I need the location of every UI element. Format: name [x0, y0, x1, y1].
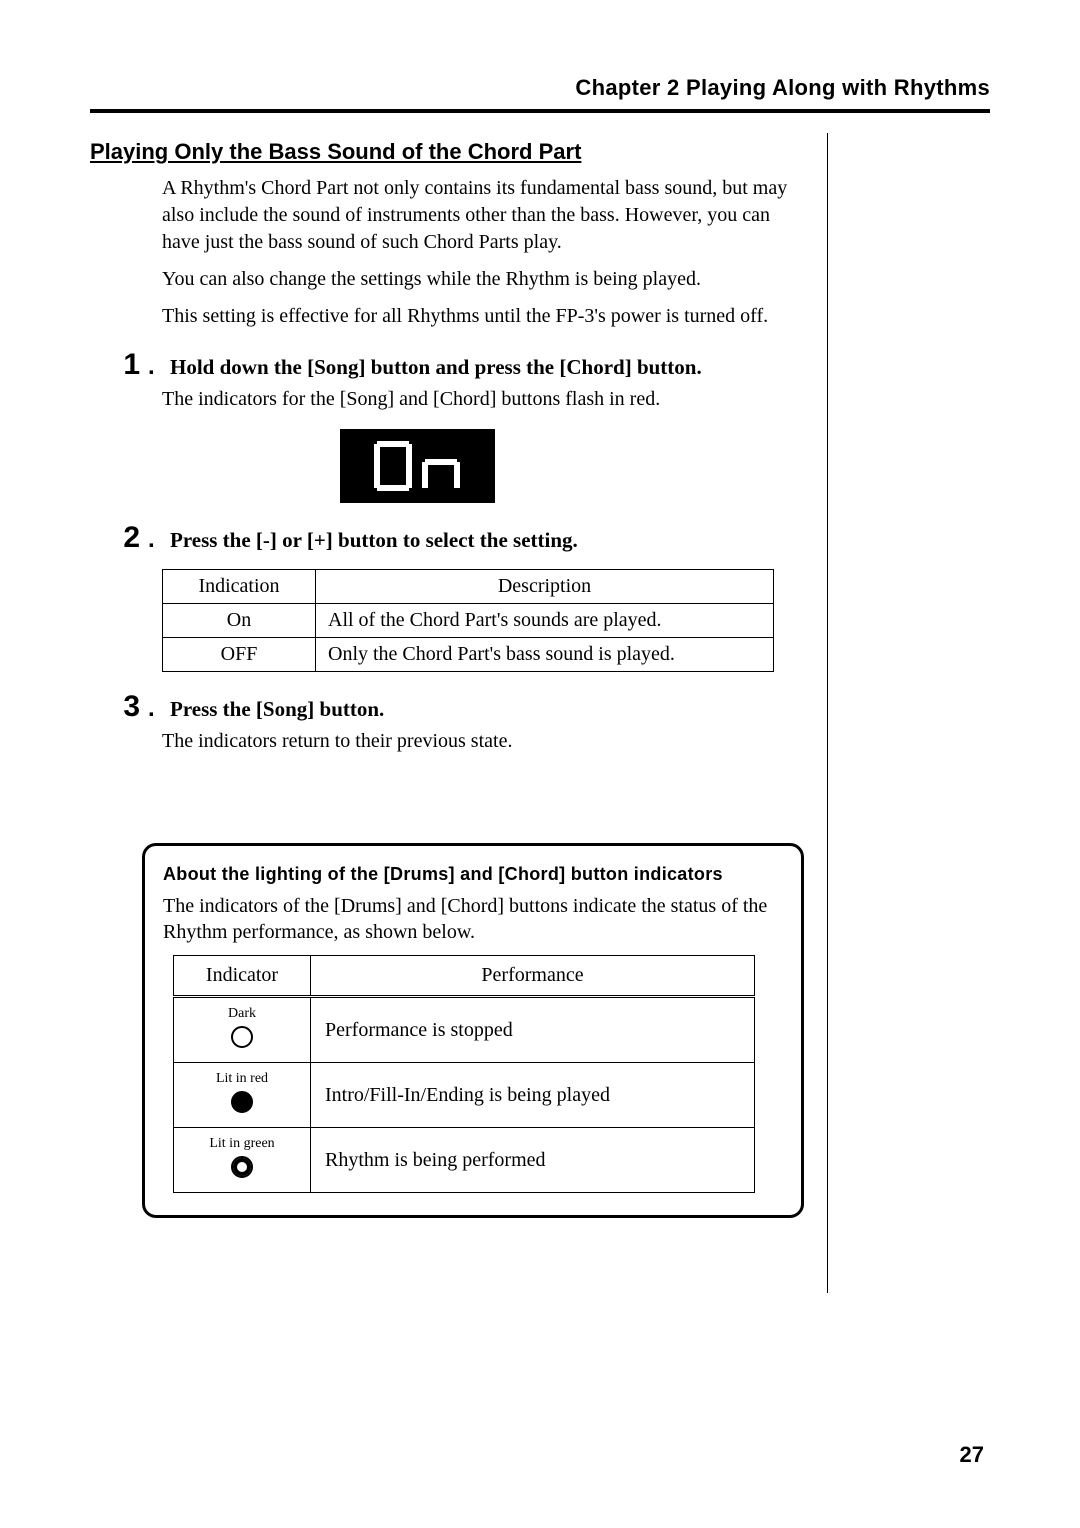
lcd-display-figure: [340, 429, 495, 503]
step-number: 3: [90, 690, 140, 724]
step-body: The indicators return to their previous …: [162, 730, 805, 753]
step-dot: .: [148, 353, 162, 381]
performance-cell: Rhythm is being performed: [311, 1128, 755, 1193]
cell-description: All of the Chord Part's sounds are playe…: [316, 604, 774, 638]
table-row: OFF Only the Chord Part's bass sound is …: [163, 638, 774, 672]
table-header-row: Indicator Performance: [174, 956, 755, 997]
led-red-icon: [231, 1091, 253, 1113]
table-row: Lit in green Rhythm is being performed: [174, 1128, 755, 1193]
step-1: 1 . Hold down the [Song] button and pres…: [90, 348, 805, 503]
step-dot: .: [148, 695, 162, 723]
performance-cell: Intro/Fill-In/Ending is being played: [311, 1063, 755, 1128]
settings-table: Indication Description On All of the Cho…: [162, 569, 774, 672]
chapter-header: Chapter 2 Playing Along with Rhythms: [90, 75, 990, 101]
indicator-label: Lit in green: [178, 1136, 306, 1152]
intro-block: A Rhythm's Chord Part not only contains …: [162, 175, 805, 330]
step-title: Hold down the [Song] button and press th…: [170, 355, 702, 380]
intro-p1: A Rhythm's Chord Part not only contains …: [162, 175, 805, 256]
step-body: The indicators for the [Song] and [Chord…: [162, 388, 805, 411]
th-indicator: Indicator: [174, 956, 311, 997]
callout-body: The indicators of the [Drums] and [Chord…: [163, 893, 783, 945]
page-number: 27: [960, 1442, 984, 1468]
step-title: Press the [-] or [+] button to select th…: [170, 528, 578, 553]
indicator-table: Indicator Performance Dark Performance i…: [173, 955, 755, 1193]
table-row: On All of the Chord Part's sounds are pl…: [163, 604, 774, 638]
led-green-icon: [231, 1156, 253, 1178]
callout-box: About the lighting of the [Drums] and [C…: [142, 843, 804, 1218]
led-dark-icon: [231, 1026, 253, 1048]
th-indication: Indication: [163, 570, 316, 604]
indicator-cell-green: Lit in green: [174, 1128, 311, 1193]
table-row: Dark Performance is stopped: [174, 997, 755, 1063]
callout-title: About the lighting of the [Drums] and [C…: [163, 864, 783, 885]
side-column: [828, 133, 990, 1293]
step-title: Press the [Song] button.: [170, 697, 384, 722]
main-column: Playing Only the Bass Sound of the Chord…: [90, 133, 828, 1293]
cell-description: Only the Chord Part's bass sound is play…: [316, 638, 774, 672]
cell-indication: OFF: [163, 638, 316, 672]
step-2: 2 . Press the [-] or [+] button to selec…: [90, 521, 805, 672]
table-header-row: Indication Description: [163, 570, 774, 604]
step-number: 2: [90, 521, 140, 555]
performance-cell: Performance is stopped: [311, 997, 755, 1063]
section-title: Playing Only the Bass Sound of the Chord…: [90, 139, 805, 165]
step-number: 1: [90, 348, 140, 382]
th-description: Description: [316, 570, 774, 604]
cell-indication: On: [163, 604, 316, 638]
step-3: 3 . Press the [Song] button. The indicat…: [90, 690, 805, 753]
table-row: Lit in red Intro/Fill-In/Ending is being…: [174, 1063, 755, 1128]
indicator-cell-red: Lit in red: [174, 1063, 311, 1128]
intro-p3: This setting is effective for all Rhythm…: [162, 303, 805, 330]
th-performance: Performance: [311, 956, 755, 997]
intro-p2: You can also change the settings while t…: [162, 266, 805, 293]
indicator-cell-dark: Dark: [174, 997, 311, 1063]
step-dot: .: [148, 526, 162, 554]
seven-segment-on-icon: [363, 438, 473, 494]
indicator-label: Dark: [178, 1006, 306, 1022]
header-rule: [90, 109, 990, 113]
indicator-label: Lit in red: [178, 1071, 306, 1087]
